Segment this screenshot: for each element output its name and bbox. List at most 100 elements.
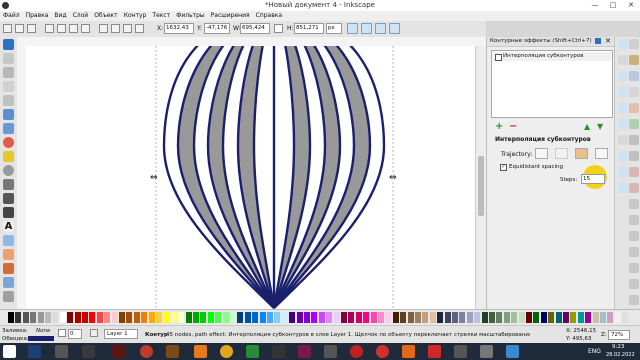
taskbar-app-icon-19[interactable] — [506, 345, 519, 358]
rotate-ccw-icon[interactable] — [45, 24, 54, 33]
palette-swatch[interactable] — [252, 312, 259, 323]
menu-edit[interactable]: Правка — [23, 11, 52, 21]
add-icon[interactable]: + — [495, 121, 503, 132]
palette-swatch[interactable] — [400, 312, 407, 323]
remove-icon[interactable]: − — [509, 121, 517, 132]
palette-swatch[interactable] — [52, 312, 59, 323]
palette-swatch[interactable] — [614, 312, 621, 323]
palette-swatch[interactable] — [37, 312, 44, 323]
w-input[interactable]: 695,424 — [240, 23, 270, 34]
menu-text[interactable]: Текст — [149, 11, 173, 21]
pen-tool-icon[interactable] — [3, 193, 14, 204]
pencil-tool-icon[interactable] — [3, 179, 14, 190]
photoshop-icon[interactable] — [28, 345, 41, 358]
stroke-swatch[interactable] — [28, 336, 54, 341]
palette-swatch[interactable] — [178, 312, 185, 323]
transform-patterns-toggle[interactable] — [389, 23, 400, 34]
select-all-layers-icon[interactable] — [15, 24, 24, 33]
palette-swatch[interactable] — [82, 312, 88, 323]
taskbar-app-icon-13[interactable] — [350, 345, 363, 358]
palette-swatch[interactable] — [555, 312, 562, 323]
taskbar-app-icon-3[interactable] — [82, 345, 95, 358]
palette-swatch[interactable] — [607, 312, 614, 323]
snap-guides-icon[interactable] — [618, 183, 628, 193]
menu-layer[interactable]: Слой — [70, 11, 92, 21]
palette-swatch[interactable] — [15, 312, 22, 323]
x-input[interactable]: 1632,43 — [164, 23, 194, 34]
inkscape-taskbar-icon[interactable] — [272, 345, 285, 358]
maximize-icon[interactable]: □ — [604, 0, 622, 11]
palette-swatch[interactable] — [230, 312, 236, 323]
palette-swatch[interactable] — [489, 312, 495, 323]
palette-swatch[interactable] — [481, 312, 488, 323]
palette-swatch[interactable] — [22, 312, 29, 323]
palette-swatch[interactable] — [592, 312, 599, 323]
palette-swatch[interactable] — [533, 312, 540, 323]
new-document-icon[interactable] — [629, 39, 639, 49]
palette-swatch[interactable] — [215, 312, 222, 323]
rectangle-tool-icon[interactable] — [3, 109, 14, 120]
zoom-tool-icon[interactable] — [3, 81, 14, 92]
palette-swatch[interactable] — [370, 312, 377, 323]
palette-swatch[interactable] — [407, 312, 414, 323]
scale-stroke-toggle[interactable] — [347, 23, 358, 34]
palette-swatch[interactable] — [385, 312, 392, 323]
zoom-drawing-icon[interactable] — [629, 215, 639, 225]
palette-swatch[interactable] — [111, 312, 118, 323]
open-file-icon[interactable] — [629, 55, 639, 65]
move-up-icon[interactable]: ▲ — [584, 122, 590, 131]
scrollbar-thumb[interactable] — [478, 156, 484, 216]
palette-swatch[interactable] — [133, 312, 140, 323]
palette-swatch[interactable] — [30, 312, 37, 323]
snap-nodes-icon[interactable] — [618, 71, 628, 81]
palette-swatch[interactable] — [267, 312, 273, 323]
palette-swatch[interactable] — [622, 312, 629, 323]
palette-swatch[interactable] — [289, 312, 296, 323]
lock-icon[interactable] — [58, 329, 66, 337]
print-icon[interactable] — [629, 87, 639, 97]
palette-swatch[interactable] — [237, 312, 244, 323]
select-all-icon[interactable] — [3, 24, 12, 33]
snap-bbox-icon[interactable] — [618, 55, 628, 65]
taskbar-app-icon-18[interactable] — [480, 345, 493, 358]
tweak-tool-icon[interactable] — [3, 67, 14, 78]
redo-icon[interactable] — [629, 151, 639, 161]
color-palette[interactable] — [0, 309, 640, 326]
measure-tool-icon[interactable] — [3, 95, 14, 106]
duplicate-icon[interactable] — [629, 247, 639, 257]
ungroup-icon[interactable] — [629, 295, 639, 305]
close-icon[interactable]: ✕ — [622, 0, 640, 11]
palette-swatch[interactable] — [518, 312, 525, 323]
spray-tool-icon[interactable] — [3, 235, 14, 246]
spiral-tool-icon[interactable] — [3, 165, 14, 176]
rotate-cw-icon[interactable] — [57, 24, 66, 33]
illustrator-icon[interactable] — [194, 345, 207, 358]
3d-box-tool-icon[interactable] — [3, 123, 14, 134]
transform-gradients-toggle[interactable] — [375, 23, 386, 34]
menu-file[interactable]: Файл — [0, 11, 23, 21]
palette-swatch[interactable] — [74, 312, 81, 323]
palette-swatch[interactable] — [126, 312, 133, 323]
eye-icon[interactable] — [90, 329, 98, 337]
palette-swatch[interactable] — [600, 312, 606, 323]
zoom-page-icon[interactable] — [629, 231, 639, 241]
animate-icon[interactable] — [112, 345, 125, 358]
language-indicator[interactable]: ENG — [588, 348, 601, 355]
palette-swatch[interactable] — [415, 312, 421, 323]
palette-swatch[interactable] — [466, 312, 473, 323]
panel-pin-icon[interactable] — [595, 38, 601, 44]
palette-swatch[interactable] — [437, 312, 444, 323]
deselect-icon[interactable] — [27, 24, 36, 33]
import-icon[interactable] — [629, 103, 639, 113]
dropper-tool-icon[interactable] — [3, 291, 14, 302]
palette-swatch[interactable] — [577, 312, 584, 323]
snap-intersections-icon[interactable] — [618, 103, 628, 113]
palette-swatch[interactable] — [207, 312, 214, 323]
palette-swatch[interactable] — [378, 312, 384, 323]
palette-swatch[interactable] — [452, 312, 458, 323]
snap-midpoints-icon[interactable] — [618, 119, 628, 129]
taskbar-app-icon-6[interactable] — [166, 345, 179, 358]
palette-swatch[interactable] — [348, 312, 355, 323]
menu-path[interactable]: Контур — [121, 11, 150, 21]
layer-select[interactable]: Layer 1 — [104, 329, 138, 339]
